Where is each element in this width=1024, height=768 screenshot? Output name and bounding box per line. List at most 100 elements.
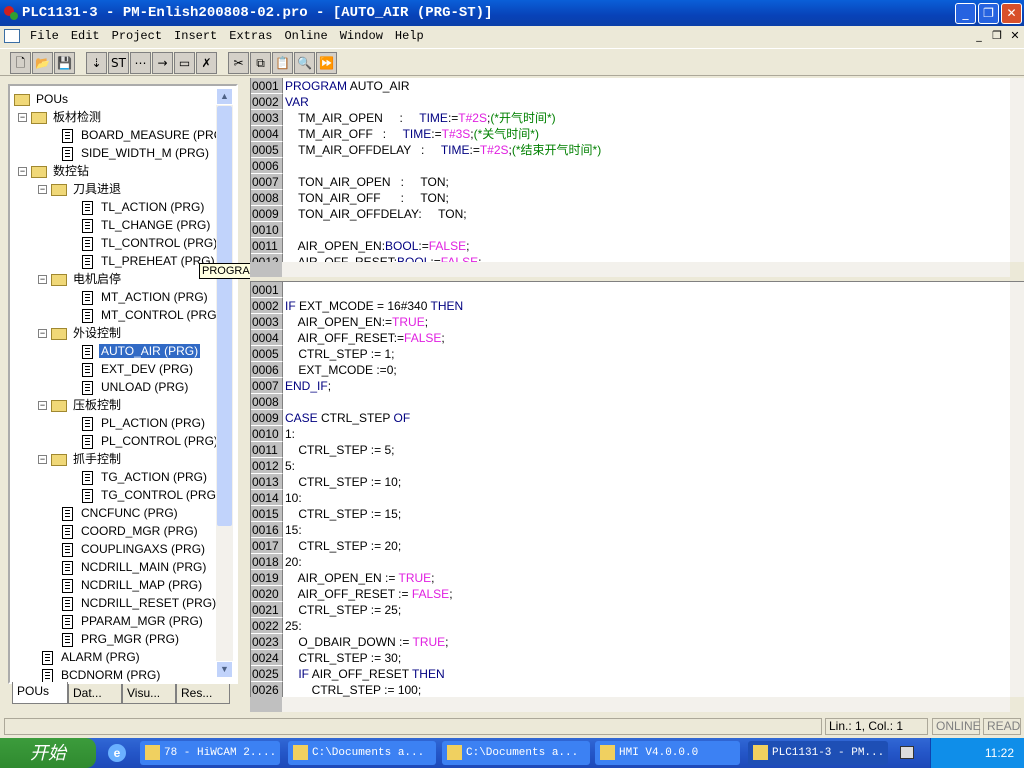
tree-item[interactable]: − 电机启停 — [38, 270, 123, 288]
code-line[interactable]: CTRL_STEP := 30; — [285, 650, 401, 666]
tree-item[interactable]: TL_ACTION (PRG) — [82, 198, 206, 216]
code-line[interactable]: 20: — [285, 554, 302, 570]
collapse-icon[interactable]: − — [38, 275, 47, 285]
code-line[interactable]: TON_AIR_OFF : TON; — [285, 190, 449, 206]
tree-item[interactable]: TG_ACTION (PRG) — [82, 468, 209, 486]
tree-item[interactable]: PL_CONTROL (PRG) — [82, 432, 220, 450]
code-line[interactable]: CTRL_STEP := 20; — [285, 538, 401, 554]
code-line[interactable]: CTRL_STEP := 1; — [285, 346, 394, 362]
document-icon[interactable] — [4, 28, 20, 43]
scroll-up-icon[interactable]: ▲ — [216, 88, 233, 105]
tree-item[interactable]: PL_ACTION (PRG) — [82, 414, 207, 432]
code-line[interactable]: 15: — [285, 522, 302, 538]
menu-extras[interactable]: Extras — [223, 26, 278, 46]
collapse-icon[interactable]: − — [18, 113, 27, 123]
code-editor[interactable]: 0001 0002 IF EXT_MCODE = 16#340 THEN 0003 A… — [250, 282, 1024, 697]
collapse-icon[interactable]: − — [18, 167, 27, 177]
cut-button[interactable]: ✂ — [228, 52, 249, 74]
code-line[interactable]: END_IF; — [285, 378, 331, 394]
tree-item[interactable]: PPARAM_MGR (PRG) — [62, 612, 205, 630]
tree-item[interactable]: MT_CONTROL (PRG) — [82, 306, 223, 324]
copy-button[interactable]: ⧉ — [250, 52, 271, 74]
tab-pous[interactable]: POUs — [12, 682, 68, 704]
code-line[interactable]: AIR_OFF_RESET:BOOL:=FALSE; — [285, 254, 482, 262]
code-line[interactable]: 5: — [285, 458, 295, 474]
code-line[interactable]: CTRL_STEP := 25; — [285, 602, 401, 618]
code-line[interactable]: AIR_OFF_RESET := FALSE; — [285, 586, 453, 602]
start-button[interactable]: 开始 — [0, 738, 96, 768]
tree-item[interactable]: TG_CONTROL (PRG) — [82, 486, 222, 504]
tree-item[interactable]: TL_PREHEAT (PRG) — [82, 252, 217, 270]
code-line[interactable]: PROGRAM AUTO_AIR — [285, 78, 409, 94]
code-line[interactable]: IF EXT_MCODE = 16#340 THEN — [285, 298, 463, 314]
menu-insert[interactable]: Insert — [168, 26, 223, 46]
code-line[interactable]: TM_AIR_OPEN : TIME:=T#2S;(*开气时间*) — [285, 110, 556, 126]
mdi-close-button[interactable]: ✕ — [1007, 29, 1023, 43]
tree-item[interactable]: CNCFUNC (PRG) — [62, 504, 180, 522]
new-button[interactable]: 🗋 — [10, 52, 31, 74]
collapse-icon[interactable]: − — [38, 455, 47, 465]
code-line[interactable]: 1: — [285, 426, 295, 442]
menu-online[interactable]: Online — [278, 26, 333, 46]
tree-item[interactable]: − 板材检测 — [18, 108, 103, 126]
tree-item[interactable]: − 抓手控制 — [38, 450, 123, 468]
code-line[interactable]: TON_AIR_OFFDELAY: TON; — [285, 206, 467, 222]
taskbar-item[interactable]: HMI V4.0.0.0 — [595, 741, 740, 765]
menu-edit[interactable]: Edit — [65, 26, 106, 46]
tree-item[interactable]: MT_ACTION (PRG) — [82, 288, 210, 306]
menu-file[interactable]: File — [24, 26, 65, 46]
code-line[interactable]: CTRL_STEP := 10; — [285, 474, 401, 490]
minimize-button[interactable]: _ — [955, 3, 976, 24]
menu-window[interactable]: Window — [334, 26, 389, 46]
code-line[interactable]: TM_AIR_OFF : TIME:=T#3S;(*关气时间*) — [285, 126, 539, 142]
declaration-vscrollbar[interactable] — [1010, 78, 1024, 262]
code-hscrollbar[interactable] — [282, 697, 1010, 712]
tree-scrollbar[interactable]: ▲ ▼ — [216, 88, 233, 678]
code-line[interactable]: AIR_OPEN_EN:BOOL:=FALSE; — [285, 238, 470, 254]
code-vscrollbar[interactable] — [1010, 282, 1024, 697]
code-line[interactable]: CASE CTRL_STEP OF — [285, 410, 410, 426]
code-line[interactable]: CTRL_STEP := 5; — [285, 442, 394, 458]
tree-item[interactable]: NCDRILL_MAP (PRG) — [62, 576, 204, 594]
taskbar-item[interactable]: C:\Documents a... — [288, 741, 436, 765]
tree-item[interactable]: AUTO_AIR (PRG) — [82, 342, 201, 360]
tree-item[interactable]: PRG_MGR (PRG) — [62, 630, 181, 648]
tree-item[interactable]: − 外设控制 — [38, 324, 123, 342]
taskbar-item[interactable]: C:\Documents a... — [442, 741, 590, 765]
find-next-button[interactable]: ⏩ — [316, 52, 337, 74]
tab-data-types[interactable]: Dat... — [68, 684, 122, 704]
find-button[interactable]: 🔍 — [294, 52, 315, 74]
keyboard-icon[interactable] — [900, 746, 914, 759]
tree-item[interactable]: ALARM (PRG) — [42, 648, 142, 666]
collapse-icon[interactable]: − — [38, 401, 47, 411]
code-line[interactable]: AIR_OFF_RESET:=FALSE; — [285, 330, 445, 346]
code-line[interactable]: AIR_OPEN_EN:=TRUE; — [285, 314, 428, 330]
restore-button[interactable]: ❐ — [978, 3, 999, 24]
tree-item[interactable]: NCDRILL_RESET (PRG) — [62, 594, 218, 612]
open-button[interactable]: 📂 — [32, 52, 53, 74]
collapse-icon[interactable]: − — [38, 329, 47, 339]
tree-item[interactable]: UNLOAD (PRG) — [82, 378, 190, 396]
step-button[interactable]: ⋯ — [130, 52, 151, 74]
code-line[interactable]: CTRL_STEP := 100; — [285, 682, 422, 697]
step-in-button[interactable]: → — [152, 52, 173, 74]
code-line[interactable]: TM_AIR_OFFDELAY : TIME:=T#2S;(*结束开气时间*) — [285, 142, 601, 158]
code-line[interactable]: AIR_OPEN_EN := TRUE; — [285, 570, 435, 586]
taskbar-item[interactable]: PLC1131-3 - PM... — [748, 741, 888, 765]
download-button[interactable]: ⇣ — [86, 52, 107, 74]
paste-button[interactable]: 📋 — [272, 52, 293, 74]
stop-button[interactable]: ST — [108, 52, 129, 74]
code-line[interactable]: 10: — [285, 490, 302, 506]
menu-help[interactable]: Help — [389, 26, 430, 46]
tree-item[interactable]: − 数控钻 — [18, 162, 91, 180]
tab-visualizations[interactable]: Visu... — [122, 684, 176, 704]
code-line[interactable]: TON_AIR_OPEN : TON; — [285, 174, 449, 190]
tree-item[interactable]: SIDE_WIDTH_M (PRG) — [62, 144, 211, 162]
scroll-thumb[interactable] — [217, 106, 232, 526]
login-button[interactable]: ▭ — [174, 52, 195, 74]
code-line[interactable]: EXT_MCODE :=0; — [285, 362, 396, 378]
code-line[interactable]: 25: — [285, 618, 302, 634]
menu-project[interactable]: Project — [106, 26, 168, 46]
tree-item[interactable]: BOARD_MEASURE (PRG) — [62, 126, 229, 144]
ie-icon[interactable]: e — [108, 744, 126, 762]
